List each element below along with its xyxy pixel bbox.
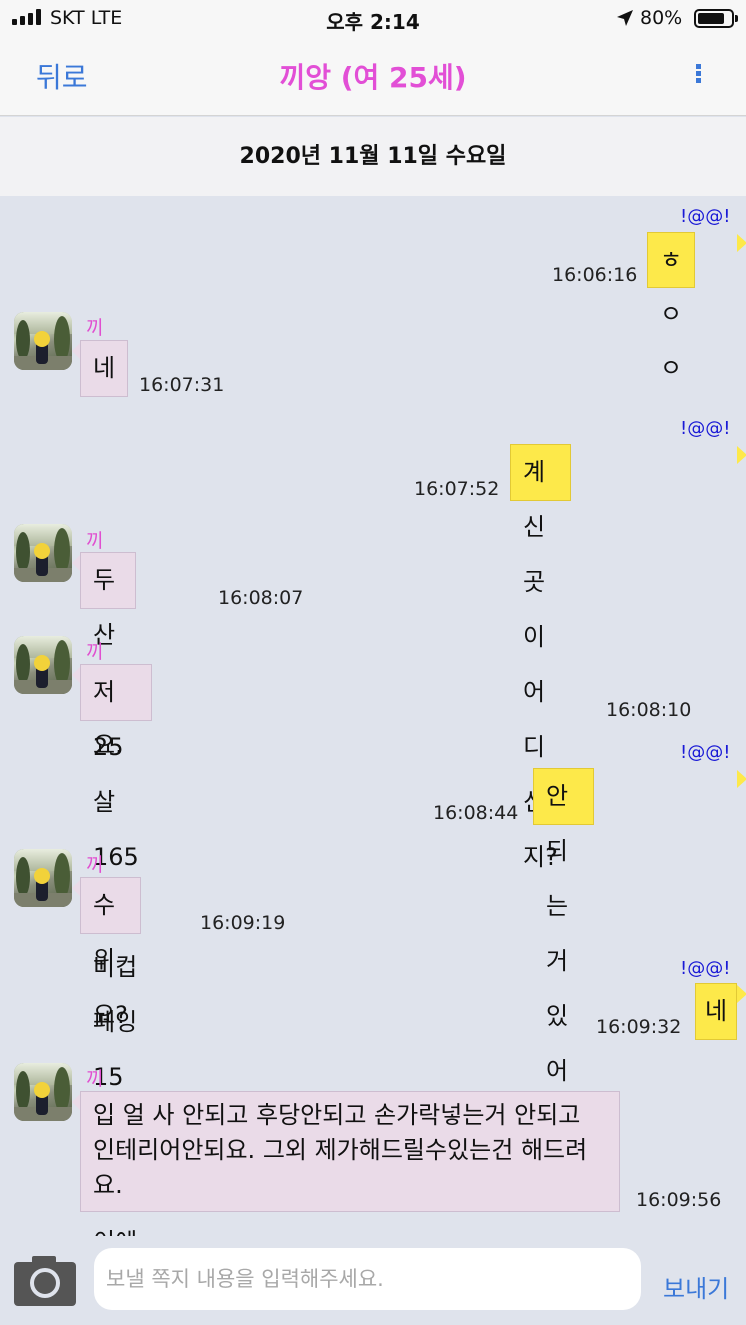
message-input[interactable]: [94, 1248, 641, 1310]
send-button[interactable]: 보내기: [663, 1269, 729, 1304]
avatar[interactable]: [14, 849, 72, 907]
message-time: 16:09:19: [200, 912, 286, 934]
message-line: 인테리어안되요. 그외 제가해드릴수있는건 해드려: [93, 1136, 588, 1164]
message-time: 16:06:16: [552, 264, 638, 286]
message-time: 16:09:32: [596, 1016, 682, 1038]
message-time: 16:08:44: [433, 802, 519, 824]
battery-icon: [694, 9, 738, 28]
message-time: 16:08:07: [218, 587, 304, 609]
avatar[interactable]: [14, 1063, 72, 1121]
sender-tag: !@@!: [680, 958, 731, 979]
avatar[interactable]: [14, 312, 72, 370]
message-bubble[interactable]: 수위요?: [80, 877, 141, 1029]
battery-percent: 80%: [640, 7, 683, 29]
date-separator: 2020년 11월 11일 수요일: [0, 117, 746, 196]
location-arrow-icon: [617, 10, 633, 26]
avatar[interactable]: [14, 636, 72, 694]
status-time: 오후 2:14: [326, 10, 420, 34]
message-bubble[interactable]: 네: [695, 983, 738, 1040]
chat-thread: !@@! ㅎㅇㅇ 16:06:16 끼앙 네 16:07:31 !@@! 계신곳…: [0, 196, 746, 1311]
message-bubble[interactable]: 입 얼 사 안되고 후당안되고 손가락넣는거 안되고 인테리어안되요. 그외 제…: [80, 1091, 620, 1212]
message-bubble[interactable]: 두산동요.: [80, 552, 136, 759]
status-bar: SKT LTE 오후 2:14 80%: [0, 0, 746, 36]
more-vertical-icon[interactable]: [690, 64, 706, 88]
message-time: 16:09:56: [636, 1189, 722, 1211]
sender-tag: !@@!: [680, 742, 731, 763]
page-title: 끼앙 (여 25세): [279, 61, 467, 94]
message-line: 입 얼 사 안되고 후당안되고 손가락넣는거 안되고: [93, 1101, 581, 1129]
message-bubble[interactable]: 계신곳이 어디신지?: [510, 444, 571, 871]
camera-icon[interactable]: [14, 1256, 76, 1306]
message-time: 16:08:10: [606, 699, 692, 721]
message-line: 요.: [93, 1171, 123, 1199]
sender-tag: !@@!: [680, 206, 731, 227]
message-bubble[interactable]: 저 25살 165 50 비컵 페잉 15 노컨 18이에요.: [80, 664, 152, 1311]
message-bubble[interactable]: 안되는거 있어요?: [533, 768, 594, 1140]
composer-bar: 보내기: [0, 1236, 746, 1325]
sender-tag: !@@!: [680, 418, 731, 439]
message-bubble[interactable]: 네: [80, 340, 129, 397]
message-time: 16:07:52: [414, 478, 500, 500]
message-time: 16:07:31: [139, 374, 225, 396]
message-bubble[interactable]: ㅎㅇㅇ: [647, 232, 696, 382]
nav-header: 뒤로 끼앙 (여 25세): [0, 36, 746, 116]
avatar[interactable]: [14, 524, 72, 582]
